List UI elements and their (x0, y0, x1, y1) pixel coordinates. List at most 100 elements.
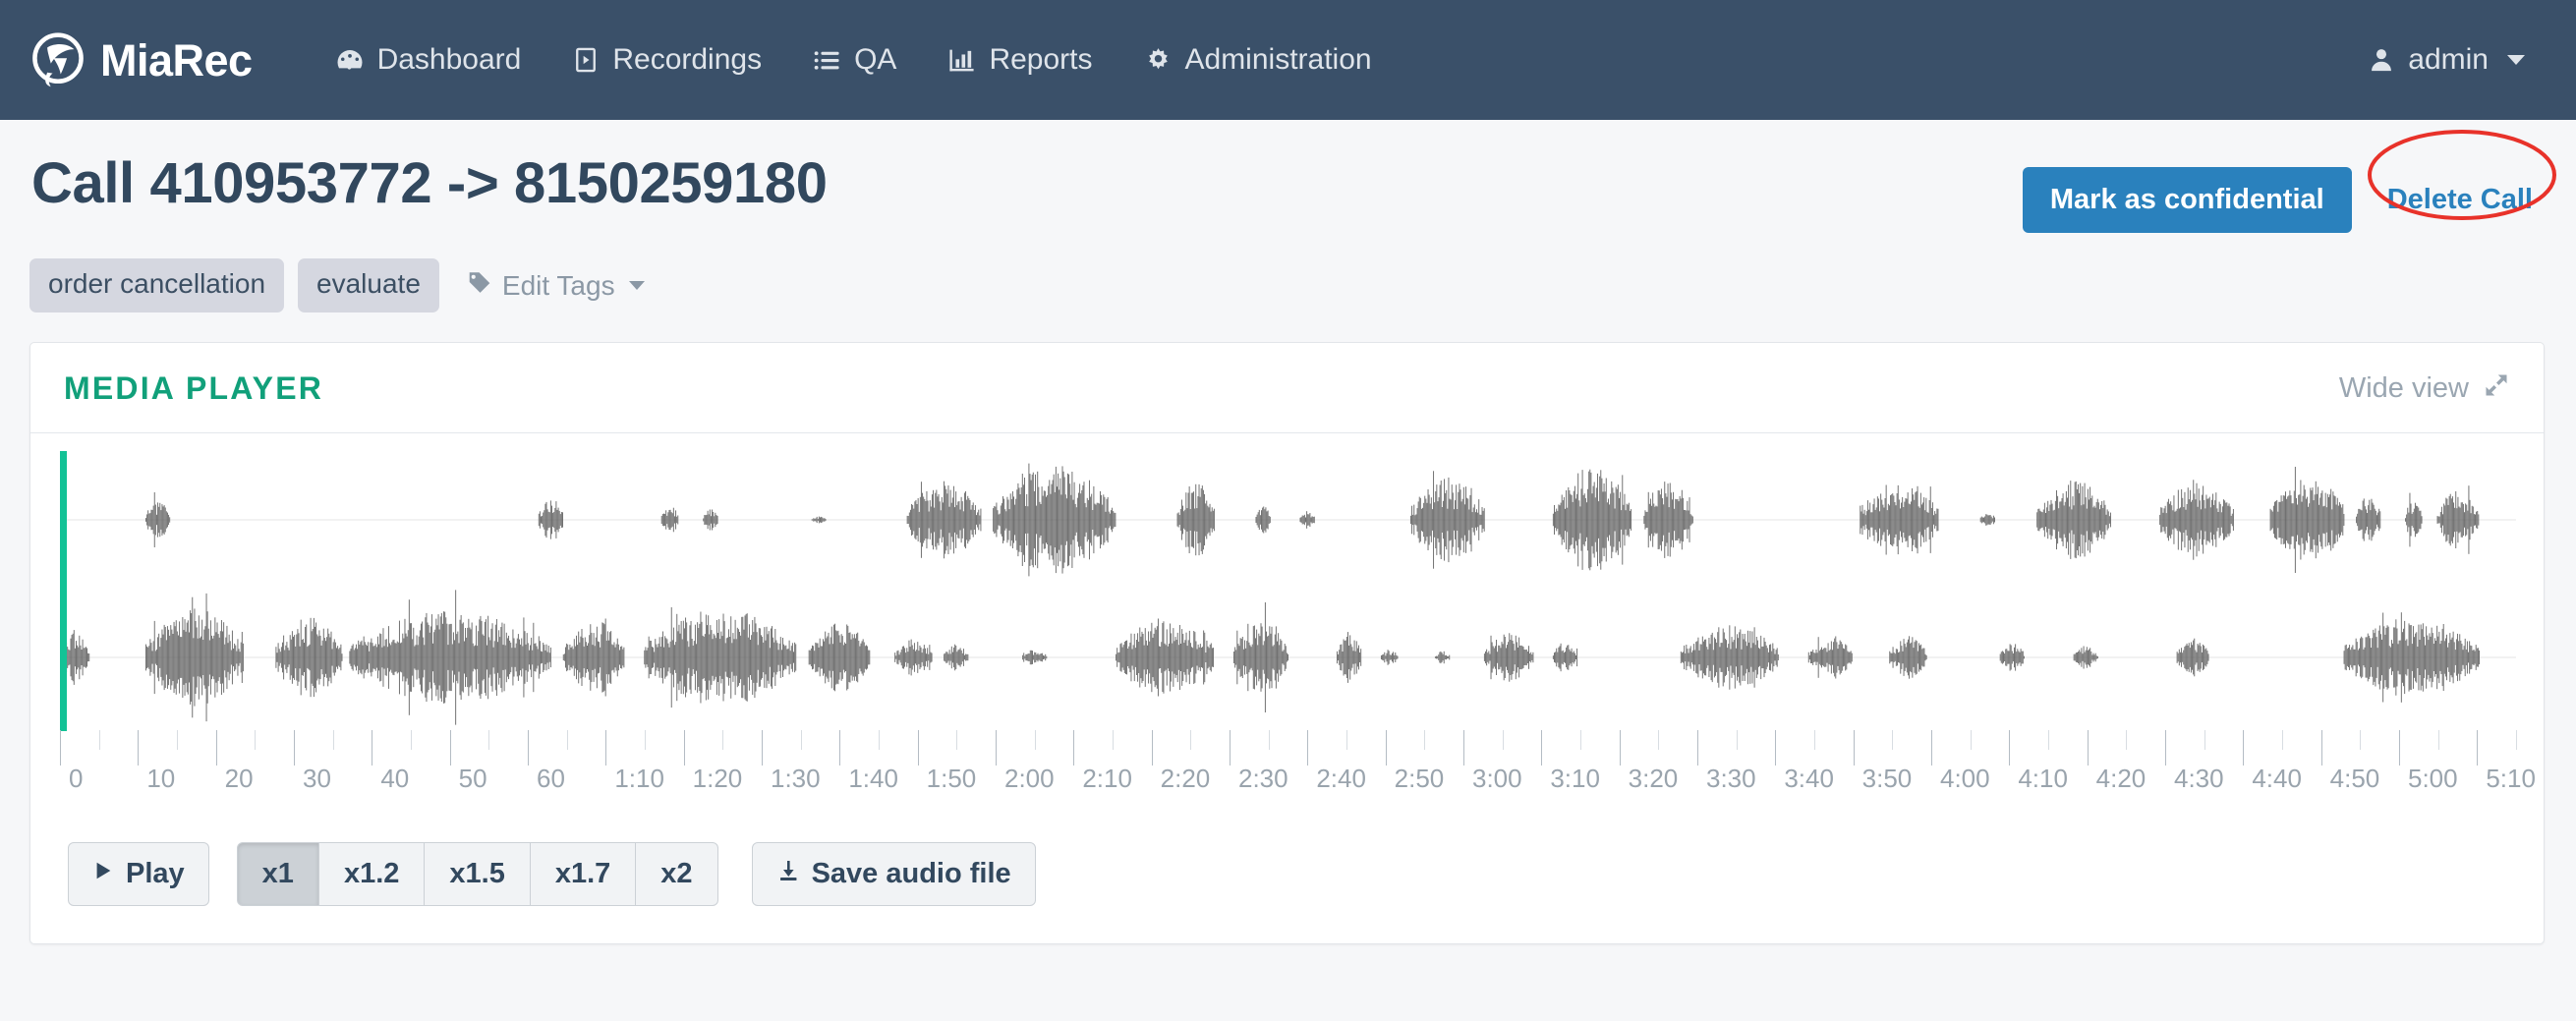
timeline-tick (2165, 730, 2166, 766)
timeline-tick (255, 730, 257, 750)
play-icon (92, 858, 114, 890)
timeline-tick (1697, 730, 1698, 766)
page-header: Call 410953772 -> 8150259180 Mark as con… (0, 120, 2576, 233)
timeline-tick (1151, 730, 1153, 766)
tag-pill[interactable]: evaluate (298, 258, 439, 312)
user-icon (2368, 46, 2395, 74)
timeline-tick-label: 4:40 (2252, 764, 2302, 793)
delete-call-button[interactable]: Delete Call (2377, 167, 2543, 233)
timeline-tick (60, 730, 61, 766)
mark-as-confidential-button[interactable]: Mark as confidential (2022, 167, 2352, 233)
timeline-tick (1346, 730, 1347, 750)
timeline-tick (1814, 730, 1815, 750)
user-menu[interactable]: admin (2368, 43, 2543, 77)
timeline-tick (2047, 730, 2049, 750)
media-player-panel: MEDIA PLAYER Wide view 0 10 20 30 40 50 60 1:10… (29, 342, 2545, 944)
timeline-tick (1970, 730, 1972, 750)
timeline-tick-label: 4:00 (1940, 764, 1990, 793)
timeline-tick (1073, 730, 1075, 766)
timeline-tick (1541, 730, 1543, 766)
timeline-tick-label: 2:30 (1238, 764, 1288, 793)
nav-item-reports[interactable]: Reports (922, 0, 1117, 120)
nav-item-dashboard-label: Dashboard (376, 43, 522, 76)
expand-icon (2483, 371, 2510, 407)
media-player-header: MEDIA PLAYER Wide view (30, 343, 2544, 433)
save-audio-file-button[interactable]: Save audio file (751, 842, 1036, 906)
timeline-tick (2126, 730, 2128, 750)
timeline-tick (1502, 730, 1504, 750)
playhead-cursor[interactable] (60, 451, 67, 731)
timeline-tick (1931, 730, 1932, 766)
timeline-tick-label: 4:20 (2095, 764, 2147, 793)
timeline-tick (1736, 730, 1738, 750)
timeline-tick (2437, 730, 2439, 750)
nav-item-administration[interactable]: Administration (1118, 0, 1398, 120)
timeline-tick-label: 1:50 (926, 764, 977, 793)
dashboard-icon (335, 45, 365, 75)
timeline-tick-label: 20 (224, 764, 254, 793)
brand-logo-link[interactable]: MiaRec (29, 31, 253, 88)
panel-title: MEDIA PLAYER (64, 370, 324, 406)
save-audio-file-label: Save audio file (811, 858, 1011, 889)
timeline-tick (215, 730, 217, 766)
timeline-tick (1775, 730, 1777, 766)
timeline-tick (528, 730, 529, 766)
timeline-tick (839, 730, 841, 766)
speed-button-x1[interactable]: x1 (236, 842, 319, 906)
timeline-ruler[interactable]: 0 10 20 30 40 50 60 1:10 1:20 1:30 1:40 1:50 2:00 2:1… (60, 730, 2536, 813)
timeline-tick (1580, 730, 1581, 750)
timeline-tick (332, 730, 334, 750)
user-menu-label: admin (2408, 43, 2489, 76)
timeline-tick-label: 50 (458, 764, 487, 793)
playback-speed-group: x1 x1.2 x1.5 x1.7 x2 (236, 842, 718, 906)
nav-item-qa[interactable]: QA (787, 0, 922, 120)
nav-item-dashboard[interactable]: Dashboard (310, 0, 547, 120)
main-navbar: MiaRec Dashboard Recordings QA Reports A… (0, 0, 2576, 120)
timeline-tick (996, 730, 997, 766)
timeline-tick (411, 730, 412, 750)
timeline-tick (2320, 730, 2322, 766)
gear-icon (1144, 46, 1173, 75)
timeline-tick-label: 2:50 (1394, 764, 1445, 793)
timeline-tick (2009, 730, 2011, 766)
timeline-tick-label: 40 (380, 764, 410, 793)
speed-button-x1.5[interactable]: x1.5 (425, 842, 531, 906)
timeline-tick (1190, 730, 1192, 750)
timeline-tick-label: 3:00 (1472, 764, 1522, 793)
speed-button-x1.2[interactable]: x1.2 (318, 842, 426, 906)
speed-button-x2[interactable]: x2 (636, 842, 718, 906)
timeline-tick (2360, 730, 2362, 750)
timeline-tick (2282, 730, 2283, 750)
timeline-tick (2516, 730, 2517, 750)
waveform-container[interactable] (30, 433, 2544, 731)
timeline-tick (98, 730, 100, 750)
timeline-tick (1853, 730, 1855, 766)
speed-button-x1.7[interactable]: x1.7 (530, 842, 637, 906)
timeline-tick-label: 3:50 (1861, 764, 1913, 793)
timeline-tick (2087, 730, 2089, 766)
timeline-tick-label: 1:30 (771, 764, 821, 793)
waveform-area[interactable] (60, 451, 2516, 731)
timeline-tick-label: 10 (146, 764, 176, 793)
play-button[interactable]: Play (68, 842, 209, 906)
edit-tags-button[interactable]: Edit Tags (467, 269, 645, 302)
timeline-tick-label: 5:10 (2486, 764, 2536, 793)
list-icon (813, 46, 841, 75)
wide-view-button[interactable]: Wide view (2339, 371, 2510, 407)
tag-pill[interactable]: order cancellation (29, 258, 285, 312)
nav-item-recordings[interactable]: Recordings (546, 0, 787, 120)
timeline-tick-label: 4:50 (2329, 764, 2380, 793)
timeline-tick-label: 2:20 (1160, 764, 1211, 793)
timeline-tick-label: 30 (303, 764, 331, 793)
timeline-tick (1385, 730, 1387, 766)
play-box-icon (572, 46, 600, 74)
timeline-tick (138, 730, 140, 766)
timeline-tick (1892, 730, 1894, 750)
waveform-canvas[interactable] (60, 461, 2516, 726)
timeline-tick (1113, 730, 1114, 750)
play-button-label: Play (126, 858, 185, 889)
nav-items: Dashboard Recordings QA Reports Administ… (310, 0, 1398, 120)
nav-item-recordings-label: Recordings (612, 43, 763, 76)
timeline-tick (449, 730, 451, 766)
timeline-tick (1307, 730, 1309, 766)
